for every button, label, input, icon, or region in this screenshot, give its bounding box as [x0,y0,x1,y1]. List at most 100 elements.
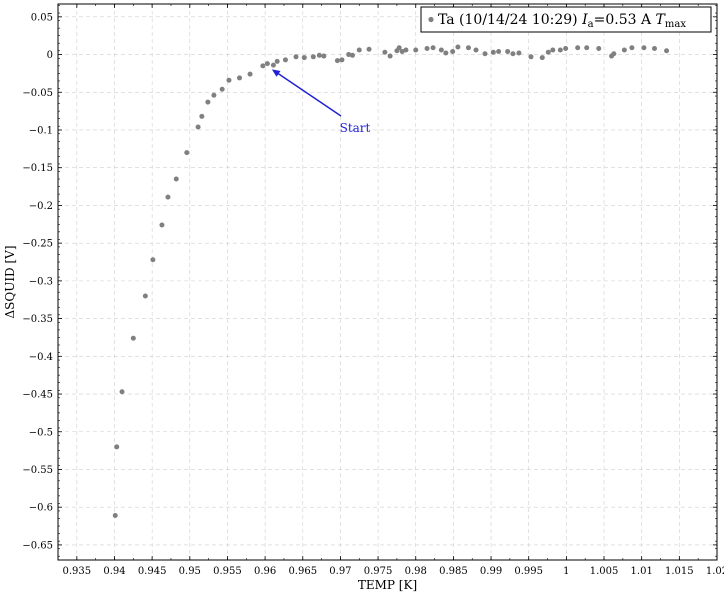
data-point [205,99,211,105]
data-point [339,57,345,63]
data-point [443,50,449,56]
data-point [651,46,657,52]
x-tick-label: 1.005 [590,566,619,577]
scatter-chart: 0.935 0.94 0.945 0.95 0.955 0.96 0.965 0.97 0.97… [3,3,724,592]
legend-t-sub: max [665,19,686,30]
data-point [293,54,299,60]
data-point [482,51,488,57]
y-tick-label: 0 [47,50,53,61]
data-point [550,47,556,53]
plot-frame [57,3,718,561]
data-point [316,52,322,58]
annotation: Start [271,69,371,135]
data-point [173,176,179,182]
x-tick-label: 0.985 [439,566,468,577]
data-point [270,62,276,68]
data-point [366,46,372,52]
x-tick-label: 0.955 [213,566,242,577]
legend-entry: Ta (10/14/24 10:29) Ia=0.53 A Tmax [438,12,686,30]
data-point [382,49,388,55]
data-point [596,46,602,52]
x-tick-label: 0.965 [288,566,317,577]
x-tick-label: 1.01 [631,566,653,577]
y-tick-label: −0.35 [22,314,53,325]
y-axis-label: ΔSQUID [V] [3,245,17,318]
data-point [264,61,270,67]
data-point [159,222,165,228]
data-point [142,293,148,299]
data-point [424,46,430,52]
y-tick-label: −0.65 [22,540,53,551]
data-point [438,47,444,53]
x-tick-label: 0.975 [364,566,393,577]
data-point [621,47,627,53]
x-tick-label: 1 [563,566,569,577]
start-arrow [277,72,342,117]
data-point [575,45,581,51]
y-tick-label: 0.05 [31,12,53,23]
y-tick-label: −0.1 [29,125,53,136]
data-point [130,335,136,341]
data-point [150,257,156,263]
data-point [465,45,471,51]
x-tick-label: 1.02 [706,566,724,577]
legend-marker [428,16,434,23]
y-tick-label: −0.05 [22,88,53,99]
data-point [584,45,590,51]
grid [58,4,718,560]
y-tick-label: −0.4 [29,352,53,363]
data-point [321,53,327,59]
data-point [387,53,393,59]
data-point [563,46,569,52]
data-point [211,92,217,98]
data-point [539,55,545,61]
x-tick-label: 0.96 [254,566,276,577]
data-point [119,389,125,395]
x-tick-label: 1.015 [665,566,694,577]
y-tick-label: −0.45 [22,390,53,401]
x-tick-label: 0.99 [480,566,502,577]
x-tick-label: 0.98 [405,566,427,577]
data-point [496,49,502,55]
y-tick-label: −0.55 [22,465,53,476]
data-point [282,57,288,63]
data-point [260,63,266,69]
start-arrow-head [271,69,281,77]
x-tick-label: 0.97 [329,566,351,577]
y-tick-label: −0.2 [29,201,53,212]
data-point [165,194,171,200]
data-point [334,58,340,64]
data-point [557,47,563,53]
x-tick-label: 0.95 [179,566,201,577]
data-point [611,51,617,57]
data-point [301,55,307,61]
data-point [237,75,243,81]
y-tick-label: −0.25 [22,239,53,250]
data-point [455,44,461,50]
legend-prefix: Ta (10/14/24 10:29) [438,12,582,28]
data-point [510,51,516,57]
data-point [430,45,436,51]
data-point [114,444,120,450]
data-point [490,49,496,55]
x-tick-label: 0.945 [138,566,167,577]
x-axis-label: TEMP [K] [358,578,417,592]
data-point [274,58,280,64]
legend: Ta (10/14/24 10:29) Ia=0.53 A Tmax [420,6,712,33]
data-point [403,47,409,53]
data-point [112,512,118,518]
data-point [545,49,551,55]
data-point [450,49,456,55]
data-point [310,54,316,60]
data-point [664,48,670,54]
x-tick-label: 0.935 [63,566,92,577]
y-tick-label: −0.3 [29,276,53,287]
data-point [629,45,635,51]
data-point [356,47,362,53]
data-point [516,50,522,56]
data-point [413,47,419,53]
y-tick-label: −0.15 [22,163,53,174]
data-point [219,86,225,92]
data-point [473,47,479,53]
data-point [195,124,201,130]
